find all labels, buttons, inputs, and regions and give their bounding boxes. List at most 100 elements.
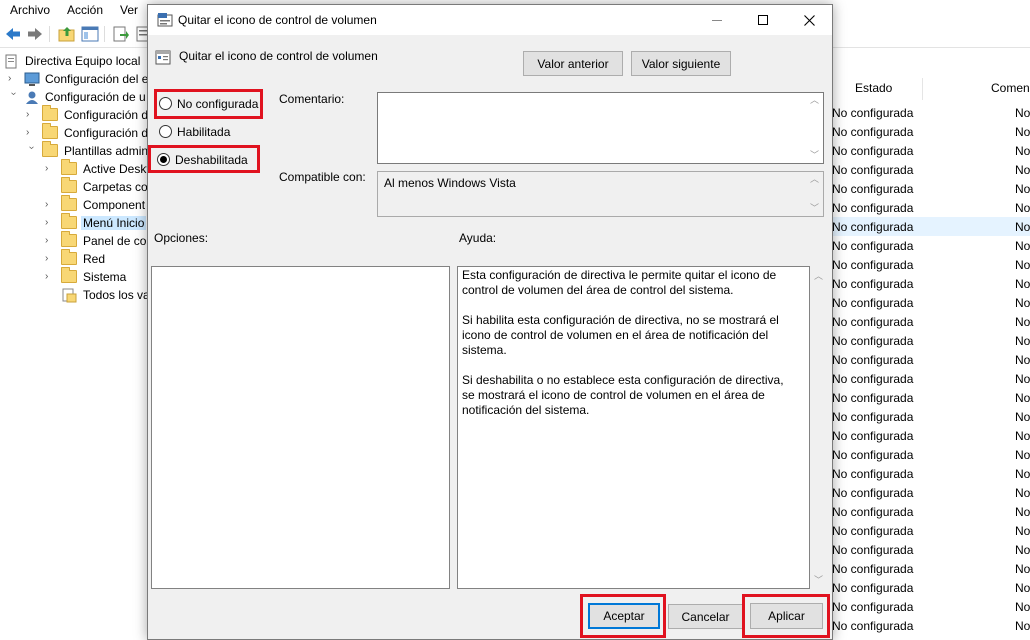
menu-accion[interactable]: Acción <box>67 3 103 17</box>
vertical-scrollbar[interactable]: ︿ ﹀ <box>806 172 823 216</box>
list-row[interactable]: No configuradaNo <box>832 312 1030 331</box>
help-text: Esta configuración de directiva le permi… <box>462 268 788 433</box>
list-row[interactable]: No configuradaNo <box>832 407 1030 426</box>
row-comentario: No <box>1015 144 1030 158</box>
list-row[interactable]: No configuradaNo <box>832 198 1030 217</box>
list-row[interactable]: No configuradaNo <box>832 388 1030 407</box>
list-row[interactable]: No configuradaNo <box>832 635 1030 640</box>
list-row[interactable]: No configuradaNo <box>832 616 1030 635</box>
chevron-right-icon[interactable]: › <box>45 218 55 228</box>
row-comentario: No <box>1015 524 1030 538</box>
folder-icon <box>61 267 77 283</box>
list-row[interactable]: No configuradaNo <box>832 464 1030 483</box>
list-row[interactable]: No configuradaNo <box>832 274 1030 293</box>
menu-archivo[interactable]: Archivo <box>10 3 50 17</box>
tree-item-label: Plantillas admin <box>64 144 148 158</box>
scroll-up-icon[interactable]: ︿ <box>810 175 819 184</box>
list-row[interactable]: No configuradaNo <box>832 521 1030 540</box>
minimize-button[interactable] <box>694 5 740 35</box>
tree-item-computer-config[interactable]: › Configuración del e <box>8 71 147 89</box>
list-row[interactable]: No configuradaNo <box>832 293 1030 312</box>
list-row[interactable]: No configuradaNo <box>832 426 1030 445</box>
close-icon <box>803 14 815 26</box>
chevron-right-icon[interactable]: › <box>8 74 18 84</box>
tree-item-user-config[interactable]: › Configuración de u <box>8 89 147 107</box>
vertical-scrollbar[interactable]: ︿ ﹀ <box>806 93 823 163</box>
radio-label: Habilitada <box>177 125 231 139</box>
comment-textarea[interactable]: ︿ ﹀ <box>377 92 824 164</box>
close-button[interactable] <box>786 5 832 35</box>
chevron-right-icon[interactable]: › <box>45 164 55 174</box>
chevron-right-icon[interactable]: › <box>45 254 55 264</box>
list-row[interactable]: No configuradaNo <box>832 597 1030 616</box>
folder-icon <box>61 213 77 229</box>
up-folder-icon[interactable] <box>58 25 76 43</box>
menu-ver[interactable]: Ver <box>120 3 138 17</box>
show-hide-tree-icon[interactable] <box>81 25 99 43</box>
row-comentario: No <box>1015 619 1030 633</box>
export-list-icon[interactable] <box>112 25 130 43</box>
row-estado: No configurada <box>832 372 914 386</box>
list-row[interactable]: No configuradaNo <box>832 331 1030 350</box>
chevron-right-icon[interactable]: › <box>45 272 55 282</box>
list-row[interactable]: No configuradaNo <box>832 141 1030 160</box>
tree-root[interactable]: Directiva Equipo local <box>4 53 147 71</box>
radio-circle[interactable] <box>159 97 172 110</box>
radio-circle[interactable] <box>157 153 170 166</box>
back-arrow-icon[interactable] <box>4 25 22 43</box>
row-comentario: No <box>1015 467 1030 481</box>
scroll-down-icon[interactable]: ﹀ <box>814 573 823 586</box>
chevron-down-icon[interactable]: › <box>26 146 37 156</box>
chevron-right-icon[interactable]: › <box>26 110 36 120</box>
next-setting-button[interactable]: Valor siguiente <box>631 51 731 76</box>
list-row[interactable]: No configuradaNo <box>832 236 1030 255</box>
list-row[interactable]: No configuradaNo <box>832 160 1030 179</box>
scroll-down-icon[interactable]: ﹀ <box>810 204 819 213</box>
list-row[interactable]: No configuradaNo <box>832 559 1030 578</box>
scroll-down-icon[interactable]: ﹀ <box>810 151 819 160</box>
tree-item-all-settings[interactable]: Todos los va <box>45 287 147 305</box>
tree-item-label: Menú Inicio <box>81 216 147 230</box>
list-row[interactable]: No configuradaNo <box>832 122 1030 141</box>
chevron-down-icon[interactable]: › <box>8 92 19 102</box>
user-icon <box>26 91 38 104</box>
list-row[interactable]: No configuradaNo <box>832 255 1030 274</box>
list-row[interactable]: No configuradaNo <box>832 445 1030 464</box>
row-comentario: No <box>1015 258 1030 272</box>
column-header-estado[interactable]: Estado <box>855 81 892 95</box>
previous-setting-button[interactable]: Valor anterior <box>523 51 623 76</box>
list-row[interactable]: No configuradaNo <box>832 217 1030 236</box>
chevron-right-icon[interactable]: › <box>45 200 55 210</box>
radio-disabled[interactable]: Deshabilitada <box>157 151 257 169</box>
apply-button[interactable]: Aplicar <box>750 603 823 629</box>
tree-item-system[interactable]: › Sistema <box>45 267 147 287</box>
forward-arrow-icon[interactable] <box>26 25 44 43</box>
list-row[interactable]: No configuradaNo <box>832 103 1030 122</box>
maximize-button[interactable] <box>740 5 786 35</box>
column-header-comentario[interactable]: Comen <box>991 81 1030 95</box>
list-row[interactable]: No configuradaNo <box>832 578 1030 597</box>
cancel-button[interactable]: Cancelar <box>668 604 743 629</box>
list-row[interactable]: No configuradaNo <box>832 540 1030 559</box>
radio-enabled[interactable]: Habilitada <box>159 123 259 141</box>
help-scrollbar[interactable]: ︿ ﹀ <box>810 266 827 589</box>
tree-item-admin-templates[interactable]: › Plantillas admin <box>26 141 148 161</box>
row-comentario: No <box>1015 163 1030 177</box>
chevron-right-icon[interactable]: › <box>45 236 55 246</box>
scroll-up-icon[interactable]: ︿ <box>814 269 823 282</box>
row-comentario: No <box>1015 391 1030 405</box>
list-row[interactable]: No configuradaNo <box>832 483 1030 502</box>
list-row[interactable]: No configuradaNo <box>832 502 1030 521</box>
radio-circle[interactable] <box>159 125 172 138</box>
radio-not-configured[interactable]: No configurada <box>159 95 259 113</box>
list-row[interactable]: No configuradaNo <box>832 350 1030 369</box>
help-paragraph: Si deshabilita o no establece esta confi… <box>462 373 784 417</box>
row-estado: No configurada <box>832 600 914 614</box>
chevron-right-icon[interactable]: › <box>26 128 36 138</box>
help-paragraph: Esta configuración de directiva le permi… <box>462 268 777 297</box>
ok-button[interactable]: Aceptar <box>588 603 660 629</box>
list-row[interactable]: No configuradaNo <box>832 179 1030 198</box>
scroll-up-icon[interactable]: ︿ <box>810 96 819 105</box>
list-row[interactable]: No configuradaNo <box>832 369 1030 388</box>
tree-root-label: Directiva Equipo local <box>25 54 141 68</box>
